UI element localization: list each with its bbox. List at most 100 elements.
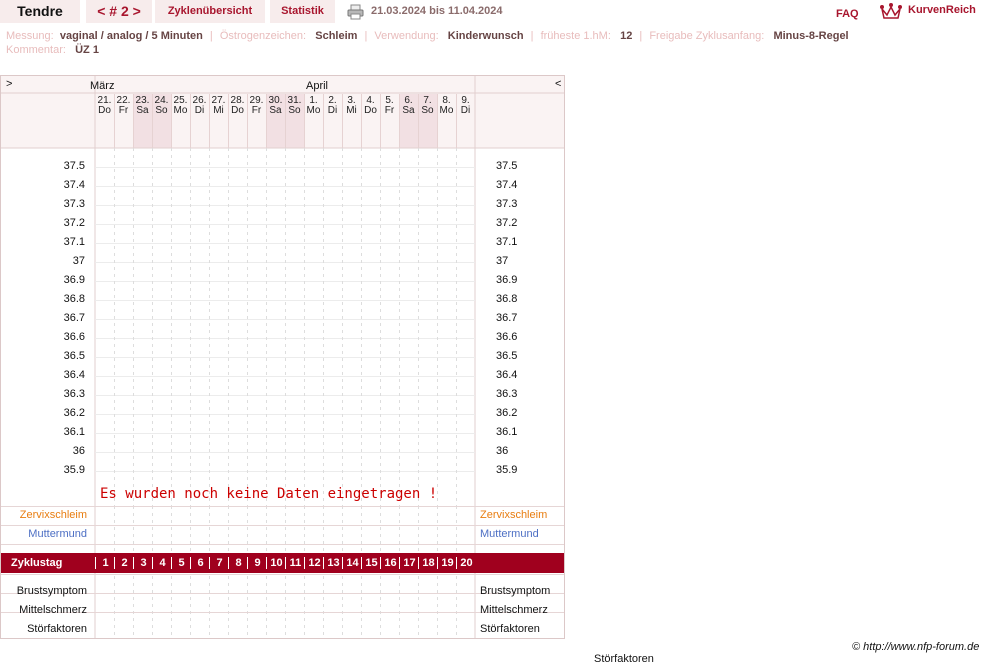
usage-label: Verwendung: <box>374 30 439 42</box>
temperature-label-right: 36.3 <box>496 388 518 400</box>
day-header: 8. Mo <box>437 96 456 116</box>
temperature-label-right: 37.3 <box>496 198 518 210</box>
day-header: 7. So <box>418 96 437 116</box>
cycle-day-number[interactable]: 12 <box>304 557 324 569</box>
day-weekday: Di <box>194 105 205 116</box>
cycle-chart: > < März April 21. Do 22. Fr 23. Sa 24. So 25. Mo… <box>0 75 565 639</box>
day-header: 26. Di <box>190 96 209 116</box>
separator: | <box>639 30 643 42</box>
temperature-label: 36.4 <box>63 369 85 381</box>
cycle-day-number[interactable]: 20 <box>456 557 476 569</box>
cycle-day-number[interactable]: 7 <box>209 557 229 569</box>
day-weekday: Mo <box>173 105 188 116</box>
temperature-label-right: 37 <box>496 255 509 267</box>
cycle-day-number[interactable]: 11 <box>285 557 305 569</box>
day-header: 9. Di <box>456 96 475 116</box>
cycle-day-number[interactable]: 5 <box>171 557 191 569</box>
tab-cycle-overview[interactable]: Zyklenübersicht <box>155 0 265 23</box>
prev-cycle-button[interactable]: > <box>6 78 12 90</box>
day-header: 4. Do <box>361 96 380 116</box>
separator: | <box>364 30 368 42</box>
temperature-label: 36.8 <box>63 293 85 305</box>
day-weekday: Do <box>231 105 244 116</box>
day-weekday: So <box>288 105 301 116</box>
cycle-day-number[interactable]: 14 <box>342 557 362 569</box>
day-header: 23. Sa <box>133 96 152 116</box>
temperature-label: 36 <box>72 445 85 457</box>
temperature-label-right: 36.6 <box>496 331 518 343</box>
comment-line: Kommentar: ÜZ 1 <box>6 44 99 56</box>
cervix-label: Muttermund <box>28 528 87 540</box>
temperature-label-right: 36.1 <box>496 426 518 438</box>
cervical-mucus-label: Zervixschleim <box>19 509 87 521</box>
temperature-label: 37.5 <box>63 160 85 172</box>
cycle-day-number[interactable]: 19 <box>437 557 457 569</box>
settings-info-line: Messung: vaginal / analog / 5 Minuten | … <box>6 30 849 42</box>
cycle-day-number[interactable]: 15 <box>361 557 381 569</box>
date-range: 21.03.2024 bis 11.04.2024 <box>371 5 503 17</box>
mittelschmerz-label-right: Mittelschmerz <box>480 604 548 616</box>
cycle-day-number[interactable]: 8 <box>228 557 248 569</box>
temperature-label: 36.9 <box>63 274 85 286</box>
cycle-day-number[interactable]: 13 <box>323 557 343 569</box>
day-header: 2. Di <box>323 96 342 116</box>
copyright[interactable]: © http://www.nfp-forum.de <box>852 641 979 653</box>
temperature-label-right: 35.9 <box>496 464 518 476</box>
breast-symptom-label-right: Brustsymptom <box>480 585 551 597</box>
day-header: 28. Do <box>228 96 247 116</box>
temperature-label-right: 37.4 <box>496 179 518 191</box>
temperature-label: 37.3 <box>63 198 85 210</box>
day-header: 6. Sa <box>399 96 418 116</box>
temperature-label: 37 <box>72 255 85 267</box>
cervix-label-right: Muttermund <box>480 528 539 540</box>
tab-statistics[interactable]: Statistik <box>270 0 335 23</box>
measurement-value: vaginal / analog / 5 Minuten <box>59 30 203 42</box>
day-weekday: Fr <box>384 105 395 116</box>
cycle-day-number[interactable]: 18 <box>418 557 438 569</box>
day-weekday: Fr <box>118 105 129 116</box>
logo-text[interactable]: KurvenReich <box>908 4 976 16</box>
mittelschmerz-label: Mittelschmerz <box>19 604 87 616</box>
temperature-label-right: 36.4 <box>496 369 518 381</box>
temperature-label-right: 37.5 <box>496 160 518 172</box>
day-header: 21. Do <box>95 96 114 116</box>
disturbance-label-right: Störfaktoren <box>480 623 540 635</box>
cycle-day-number[interactable]: 9 <box>247 557 267 569</box>
cycle-day-number[interactable]: 2 <box>114 557 134 569</box>
temperature-label: 37.4 <box>63 179 85 191</box>
printer-icon[interactable] <box>347 4 364 20</box>
estrogen-value: Schleim <box>315 30 358 42</box>
temperature-label-right: 36.5 <box>496 350 518 362</box>
cycle-day-number[interactable]: 3 <box>133 557 153 569</box>
day-weekday: Sa <box>402 105 415 116</box>
month-label: April <box>306 80 329 92</box>
cycle-day-label: Zyklustag <box>11 557 63 569</box>
next-cycle-button[interactable]: < <box>555 78 561 90</box>
measurement-label: Messung: <box>6 30 54 42</box>
separator: | <box>209 30 213 42</box>
no-data-message: Es wurden noch keine Daten eingetragen ! <box>100 486 438 502</box>
disturbance-label: Störfaktoren <box>27 623 87 635</box>
cycle-day-number[interactable]: 17 <box>399 557 419 569</box>
day-header: 25. Mo <box>171 96 190 116</box>
day-weekday: Mi <box>346 105 357 116</box>
cut-off-label: Störfaktoren <box>594 653 654 665</box>
day-header: 31. So <box>285 96 304 116</box>
temperature-label: 36.1 <box>63 426 85 438</box>
temperature-label: 36.6 <box>63 331 85 343</box>
faq-link[interactable]: FAQ <box>836 8 859 20</box>
temperature-label: 36.2 <box>63 407 85 419</box>
cycle-navigation[interactable]: < # 2 > <box>86 0 152 23</box>
day-header: 29. Fr <box>247 96 266 116</box>
estrogen-label: Östrogenzeichen: <box>219 30 307 42</box>
cycle-day-number[interactable]: 6 <box>190 557 210 569</box>
cycle-day-number[interactable]: 1 <box>95 557 115 569</box>
day-header: 1. Mo <box>304 96 323 116</box>
cycle-day-number[interactable]: 4 <box>152 557 172 569</box>
day-weekday: Fr <box>251 105 262 116</box>
day-header: 27. Mi <box>209 96 228 116</box>
temperature-label-right: 36.8 <box>496 293 518 305</box>
cycle-day-number[interactable]: 10 <box>266 557 286 569</box>
cycle-day-number[interactable]: 16 <box>380 557 400 569</box>
release-label: Freigabe Zyklusanfang: <box>649 30 765 42</box>
